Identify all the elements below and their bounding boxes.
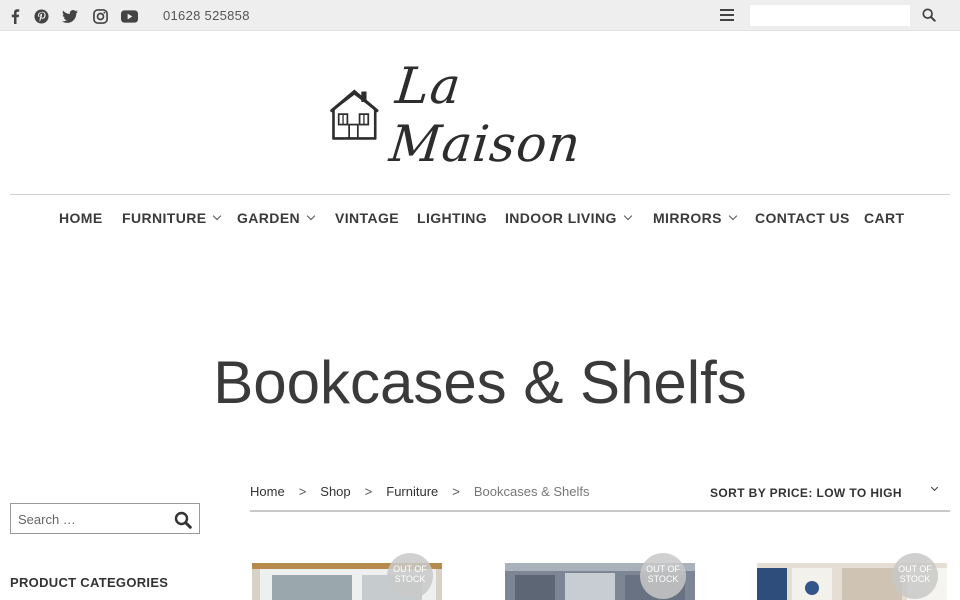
breadcrumb-furniture[interactable]: Furniture	[386, 484, 438, 499]
house-logo-icon	[330, 89, 379, 140]
product-categories-heading: PRODUCT CATEGORIES	[10, 575, 169, 590]
top-search-input[interactable]	[750, 5, 910, 26]
breadcrumb-separator: >	[452, 484, 460, 499]
nav-item-home[interactable]: HOME	[59, 210, 103, 226]
nav-item-furniture[interactable]: FURNITURE	[122, 210, 222, 226]
nav-divider	[10, 194, 950, 195]
nav-item-cart[interactable]: CART	[864, 210, 904, 226]
out-of-stock-badge: OUT OF STOCK	[640, 553, 686, 599]
main-nav: HOME FURNITURE GARDEN VINTAGE LIGHTING I…	[0, 210, 960, 230]
out-of-stock-badge: OUT OF STOCK	[387, 553, 433, 599]
nav-item-indoor-living[interactable]: INDOOR LIVING	[505, 210, 633, 226]
breadcrumb: Home > Shop > Furniture > Bookcases & Sh…	[250, 484, 590, 499]
chevron-down-icon	[623, 211, 633, 221]
page-title: Bookcases & Shelfs	[213, 349, 747, 416]
nav-label: HOME	[59, 210, 103, 226]
breadcrumb-current: Bookcases & Shelfs	[473, 484, 590, 499]
nav-label: LIGHTING	[417, 210, 488, 226]
breadcrumb-separator: >	[298, 484, 307, 499]
pinterest-icon[interactable]	[32, 8, 50, 24]
nav-item-lighting[interactable]: LIGHTING	[417, 210, 487, 226]
out-of-stock-badge: OUT OF STOCK	[892, 553, 938, 599]
chevron-down-icon	[306, 211, 316, 221]
site-logo[interactable]: La Maison	[330, 57, 630, 173]
nav-item-contact-us[interactable]: CONTACT US	[755, 210, 850, 226]
breadcrumb-home[interactable]: Home	[250, 484, 285, 499]
nav-label: VINTAGE	[335, 210, 399, 226]
nav-item-garden[interactable]: GARDEN	[237, 210, 316, 226]
phone-number: 01628 525858	[163, 8, 250, 23]
top-bar: 01628 525858	[0, 0, 960, 31]
nav-label: FURNITURE	[122, 210, 207, 226]
chevron-down-icon	[213, 211, 222, 221]
nav-item-mirrors[interactable]: MIRRORS	[653, 210, 738, 226]
twitter-icon[interactable]	[61, 8, 79, 24]
breadcrumb-shop[interactable]: Shop	[320, 484, 350, 499]
menu-icon[interactable]	[720, 9, 734, 21]
content-divider	[250, 510, 950, 512]
youtube-icon[interactable]	[120, 8, 138, 24]
nav-label: MIRRORS	[653, 210, 722, 226]
instagram-icon[interactable]	[91, 8, 109, 24]
nav-label: CONTACT US	[755, 210, 850, 226]
breadcrumb-separator: >	[364, 484, 373, 499]
nav-label: GARDEN	[237, 210, 301, 226]
nav-label: INDOOR LIVING	[505, 210, 617, 226]
nav-label: CART	[864, 210, 905, 226]
logo-text: La Maison	[386, 57, 584, 173]
sort-select[interactable]: SORT BY PRICE: LOW TO HIGH	[710, 486, 902, 500]
facebook-icon[interactable]	[6, 8, 24, 24]
sidebar-search[interactable]: Search …	[10, 503, 200, 534]
chevron-down-icon	[728, 211, 738, 221]
chevron-down-icon[interactable]	[930, 483, 939, 492]
search-icon[interactable]	[174, 511, 192, 529]
nav-item-vintage[interactable]: VINTAGE	[335, 210, 399, 226]
search-icon[interactable]	[922, 8, 938, 24]
sidebar-search-input[interactable]: Search …	[18, 512, 76, 527]
